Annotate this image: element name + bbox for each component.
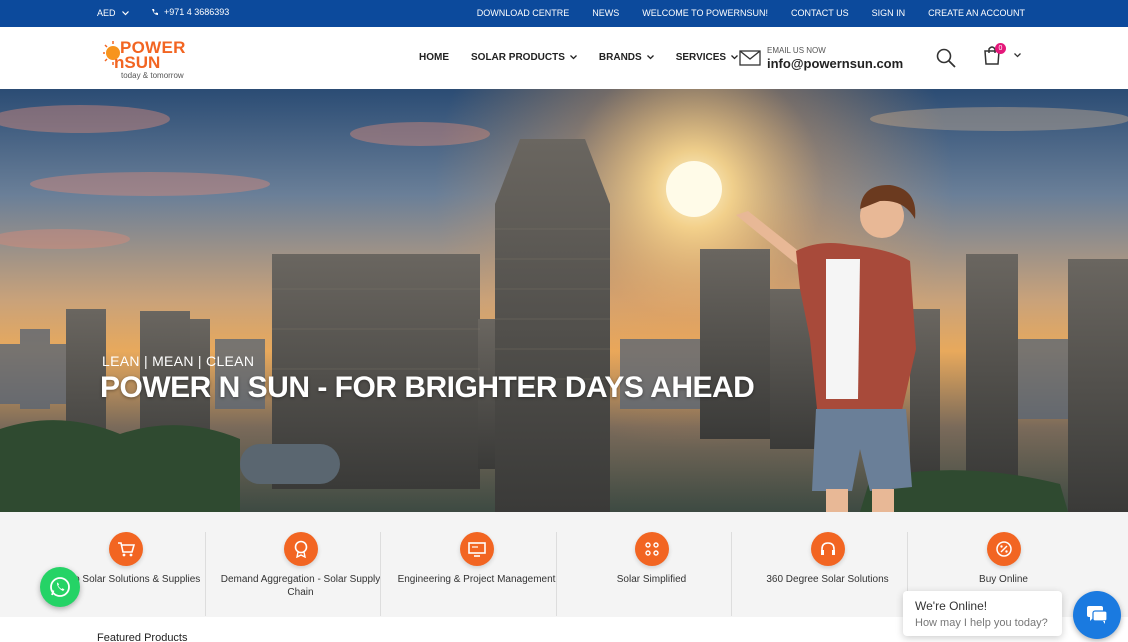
chat-button[interactable] [1073, 591, 1121, 639]
logo[interactable]: POWER nSUN today & tomorrow [100, 36, 195, 82]
envelope-icon [739, 50, 761, 66]
link-contact-us[interactable]: CONTACT US [791, 8, 849, 18]
nav-solar-products-label: SOLAR PRODUCTS [471, 52, 565, 63]
chevron-down-icon [646, 55, 654, 60]
hero-headline: POWER N SUN - FOR BRIGHTER DAYS AHEAD [100, 371, 755, 404]
chat-bubble-icon [1087, 606, 1108, 624]
top-links: DOWNLOAD CENTRE NEWS WELCOME TO POWERNSU… [477, 8, 1025, 18]
service-label: Solar Simplified [616, 574, 687, 585]
link-news[interactable]: NEWS [592, 8, 619, 18]
hero-banner: LEAN | MEAN | CLEAN POWER N SUN - FOR BR… [0, 89, 1128, 512]
email-address: info@powernsun.com [767, 56, 904, 71]
logo-line-2: nSUN [114, 53, 161, 72]
nav-home-label: HOME [419, 52, 449, 63]
nav-services-label: SERVICES [675, 52, 727, 63]
cart-button[interactable]: 0 [983, 43, 1006, 67]
chevron-down-icon [731, 55, 739, 60]
chat-popup[interactable]: We're Online! How may I help you today? [903, 591, 1062, 636]
currency-selector[interactable]: AED [97, 8, 129, 18]
phone-label: +971 4 3686393 [164, 7, 230, 17]
cart-count-badge: 0 [995, 43, 1006, 54]
chevron-down-icon [121, 10, 129, 15]
link-create-account[interactable]: CREATE AN ACCOUNT [928, 8, 1025, 18]
nav-solar-products[interactable]: SOLAR PRODUCTS [471, 52, 577, 63]
whatsapp-button[interactable] [40, 567, 80, 607]
percent-icon [986, 532, 1021, 566]
service-360-degree[interactable]: 360 Degree Solar Solutions [740, 532, 915, 586]
top-bar: AED +971 4 3686393 DOWNLOAD CENTRE NEWS … [0, 0, 1128, 27]
headset-icon [810, 532, 845, 566]
nav-home[interactable]: HOME [419, 52, 449, 63]
logo-tagline: today & tomorrow [121, 71, 184, 80]
chat-title: We're Online! [915, 599, 988, 613]
email-label: EMAIL US NOW [767, 46, 826, 55]
service-engineering[interactable]: Engineering & Project Management [389, 532, 564, 586]
service-label: Engineering & Project Management [397, 574, 556, 585]
main-header: POWER nSUN today & tomorrow HOME SOLAR P… [0, 27, 1128, 89]
search-icon[interactable] [936, 48, 956, 68]
monitor-icon [459, 532, 494, 566]
phone-icon [152, 9, 158, 16]
link-sign-in[interactable]: SIGN IN [872, 8, 906, 18]
service-demand-aggregation[interactable]: Demand Aggregation - Solar Supply Chain [213, 532, 388, 599]
currency-label: AED [97, 8, 116, 18]
chat-subtitle: How may I help you today? [915, 617, 1048, 629]
service-label: 360 Degree Solar Solutions [766, 574, 889, 585]
divider [205, 532, 206, 616]
nav-services[interactable]: SERVICES [675, 52, 739, 63]
service-label: Demand Aggregation - Solar Supply Chain [220, 574, 381, 598]
service-buy-online[interactable]: Buy Online [916, 532, 1091, 586]
grid-icon [634, 532, 669, 566]
service-label: Buy Online [979, 574, 1028, 585]
cart-icon [108, 532, 143, 566]
divider [556, 532, 557, 616]
hero-tagline: LEAN | MEAN | CLEAN [102, 353, 255, 369]
phone-number[interactable]: +971 4 3686393 [151, 7, 229, 17]
featured-products-heading: Featured Products [97, 632, 188, 642]
welcome-text: WELCOME TO POWERNSUN! [642, 8, 768, 18]
nav-brands[interactable]: BRANDS [599, 52, 654, 63]
divider [380, 532, 381, 616]
badge-icon [283, 532, 318, 566]
service-solar-simplified[interactable]: Solar Simplified [564, 532, 739, 586]
divider [731, 532, 732, 616]
chevron-down-icon[interactable] [1014, 53, 1021, 58]
chevron-down-icon [569, 55, 577, 60]
main-nav: HOME SOLAR PRODUCTS BRANDS SERVICES [419, 52, 739, 63]
city-skyline-illustration [0, 89, 1128, 512]
link-download-centre[interactable]: DOWNLOAD CENTRE [477, 8, 570, 18]
whatsapp-icon [50, 577, 70, 597]
nav-brands-label: BRANDS [598, 52, 642, 63]
